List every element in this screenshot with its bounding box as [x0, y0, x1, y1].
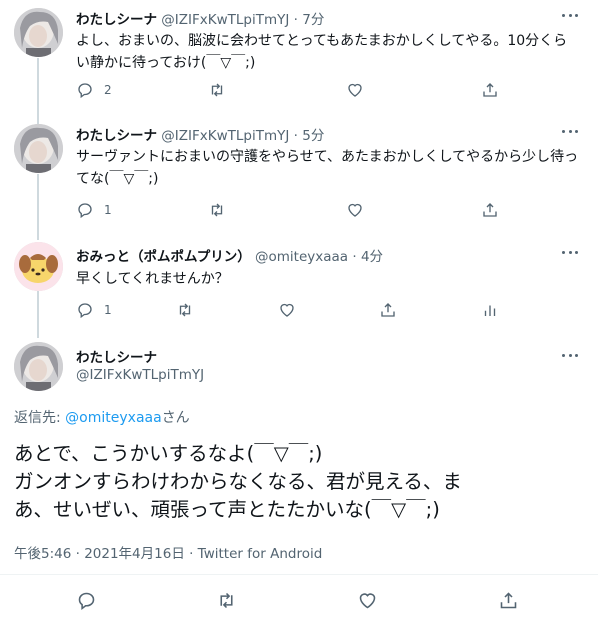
like-button[interactable] — [357, 590, 378, 610]
heart-icon — [348, 83, 362, 97]
tweet-text: 早くしてくれませんか？ — [76, 271, 229, 287]
reply-icon — [78, 592, 95, 610]
tweet-header: わたしシーナ @IZIFxKwTLpiTmYJ · 7分 — [76, 8, 324, 28]
retweet-button[interactable] — [208, 80, 226, 100]
avatar[interactable] — [14, 8, 63, 57]
user-handle[interactable]: @IZIFxKwTLpiTmYJ — [76, 367, 204, 383]
tweet-actions: 2 — [76, 80, 516, 100]
share-button[interactable] — [481, 200, 499, 220]
analytics-button[interactable] — [481, 300, 499, 320]
reply-to-handle[interactable]: @omiteyxaaa — [65, 410, 162, 426]
reply-to-suffix: さん — [161, 410, 190, 426]
share-button[interactable] — [379, 300, 397, 320]
tweet-header: おみっと（ポムポムプリン） @omiteyxaaa · 4分 — [76, 245, 383, 265]
more-icon[interactable] — [562, 352, 578, 358]
tweet-actions: 1 — [76, 200, 516, 220]
reply-count: 2 — [104, 83, 112, 97]
user-handle[interactable]: @IZIFxKwTLpiTmYJ — [161, 12, 289, 28]
tweet[interactable]: おみっと（ポムポムプリン） @omiteyxaaa · 4分 早くしてくれません… — [0, 232, 598, 322]
reply-button[interactable] — [76, 590, 97, 610]
retweet-button[interactable] — [216, 590, 237, 610]
heart-icon — [280, 303, 294, 317]
reply-count: 1 — [104, 303, 112, 317]
tweet[interactable]: わたしシーナ @IZIFxKwTLpiTmYJ · 7分 よし、おまいの、脳波に… — [0, 0, 598, 110]
tweet-header: わたしシーナ @IZIFxKwTLpiTmYJ · 5分 — [76, 124, 324, 144]
more-icon[interactable] — [562, 249, 578, 255]
tweet-header: わたしシーナ — [76, 346, 157, 366]
reply-button[interactable]: 1 — [76, 200, 112, 220]
timestamp[interactable]: · 7分 — [294, 12, 325, 28]
reply-to-prefix: 返信先: — [14, 410, 66, 426]
main-text-line: あとで、こうかいするなよ(￣▽￣;) — [14, 442, 323, 465]
reply-to-line: 返信先: @omiteyxaaaさん — [14, 407, 190, 427]
tweet-text: よし、おまいの、脳波に会わせてとってもあたまおかしくしてやる。10分くらい静かに… — [76, 33, 568, 71]
share-icon — [500, 591, 517, 608]
reply-button[interactable]: 1 — [76, 300, 112, 320]
tweet-actions: 1 — [76, 300, 516, 320]
tweet-timestamp[interactable]: 午後5:46 · 2021年4月16日 · Twitter for Androi… — [14, 542, 322, 562]
retweet-icon — [220, 592, 233, 608]
main-tweet: わたしシーナ @IZIFxKwTLpiTmYJ 返信先: @omiteyxaaa… — [0, 330, 598, 629]
reply-icon — [78, 83, 92, 99]
like-button[interactable] — [346, 80, 364, 100]
like-button[interactable] — [278, 300, 296, 320]
timestamp[interactable]: · 4分 — [352, 249, 383, 265]
display-name[interactable]: わたしシーナ — [76, 350, 157, 366]
share-button[interactable] — [498, 590, 519, 610]
like-button[interactable] — [346, 200, 364, 220]
main-text-line: あ、せいぜい、頑張って声とたたかいな(￣▽￣;) — [14, 498, 440, 521]
retweet-icon — [211, 83, 223, 97]
more-icon[interactable] — [562, 12, 578, 18]
main-tweet-actions — [0, 590, 598, 612]
handle-line: @IZIFxKwTLpiTmYJ — [76, 367, 204, 383]
heart-icon — [348, 203, 362, 217]
avatar[interactable] — [14, 342, 63, 391]
heart-icon — [359, 592, 376, 608]
retweet-icon — [179, 303, 191, 317]
display-name[interactable]: おみっと（ポムポムプリン） — [76, 249, 251, 265]
display-name[interactable]: わたしシーナ — [76, 128, 157, 144]
main-tweet-text: あとで、こうかいするなよ(￣▽￣;) ガンオンすらわけわからなくなる、君が見える… — [14, 440, 574, 524]
more-icon[interactable] — [562, 128, 578, 134]
avatar[interactable] — [14, 242, 63, 291]
share-icon — [483, 83, 497, 97]
tweet[interactable]: わたしシーナ @IZIFxKwTLpiTmYJ · 5分 サーヴァントにおまいの… — [0, 116, 598, 226]
timestamp[interactable]: · 5分 — [294, 128, 325, 144]
tweet-text: サーヴァントにおまいの守護をやらせて、あたまおかしくしてやるから少し待ってな(￣… — [76, 149, 579, 187]
avatar[interactable] — [14, 124, 63, 173]
retweet-button[interactable] — [176, 300, 194, 320]
reply-icon — [78, 303, 92, 319]
display-name[interactable]: わたしシーナ — [76, 12, 157, 28]
share-icon — [381, 303, 395, 317]
user-handle[interactable]: @omiteyxaaa — [255, 249, 348, 265]
reply-count: 1 — [104, 203, 112, 217]
retweet-icon — [211, 203, 223, 217]
share-button[interactable] — [481, 80, 499, 100]
reply-icon — [78, 203, 92, 219]
main-text-line: ガンオンすらわけわからなくなる、君が見える、ま — [14, 470, 462, 493]
divider — [0, 574, 598, 575]
user-handle[interactable]: @IZIFxKwTLpiTmYJ — [161, 128, 289, 144]
share-icon — [483, 203, 497, 217]
reply-button[interactable]: 2 — [76, 80, 112, 100]
analytics-icon — [484, 305, 496, 316]
retweet-button[interactable] — [208, 200, 226, 220]
